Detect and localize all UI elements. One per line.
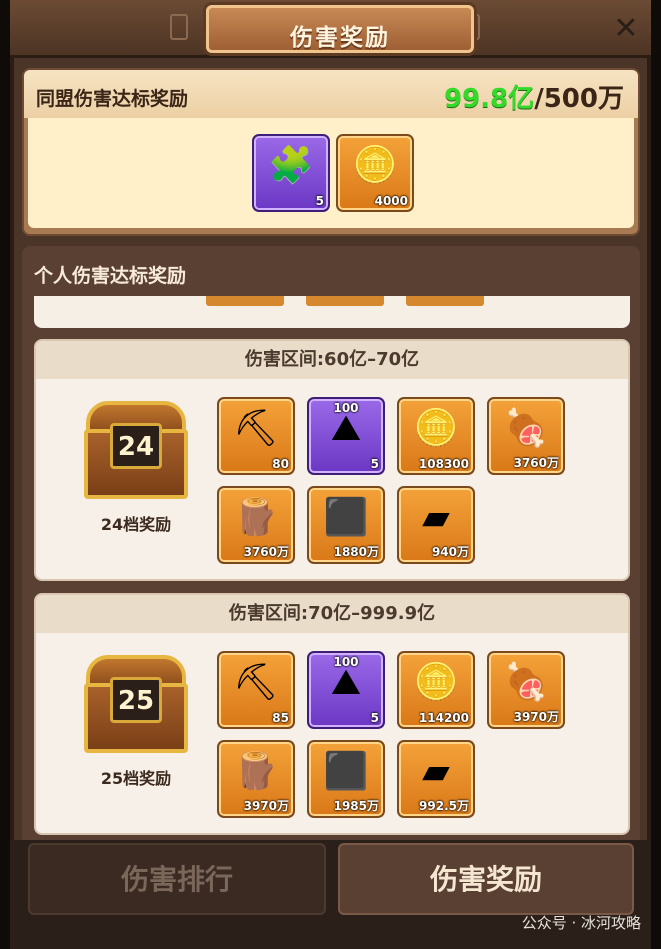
reward-item-gold-coin[interactable]: 🪙 114200 (397, 651, 475, 729)
reward-item-mountain-ore[interactable]: 100 ⛰ 5 (307, 397, 385, 475)
reward-item-hero-puzzle[interactable]: 🧩 5 (252, 134, 330, 212)
alliance-progress-target: /500万 (534, 84, 624, 114)
item-qty: 114200 (418, 711, 469, 725)
item-qty: 5 (315, 194, 324, 208)
tier-label: 24档奖励 (100, 515, 172, 534)
item-qty: 5 (370, 711, 379, 725)
reward-tier-24: 伤害区间:60亿–70亿 24 24档奖励 ⛏ 80 100 ⛰ 5 🪙 108… (34, 339, 630, 581)
alliance-reward-list: 🧩 5 🪙 4000 (28, 118, 634, 228)
reward-item-ore-pickaxe[interactable]: ⛏ 85 (217, 651, 295, 729)
title-plate: 伤害奖励 (206, 5, 474, 53)
peek-item (306, 296, 384, 306)
item-qty: 1985万 (333, 799, 379, 813)
tab-damage-reward[interactable]: 伤害奖励 (338, 843, 634, 915)
tier-label: 25档奖励 (100, 769, 172, 788)
reward-item-meat[interactable]: 🍖 3970万 (487, 651, 565, 729)
item-qty: 80 (272, 457, 289, 471)
item-qty: 85 (272, 711, 289, 725)
gold-coin-icon: 🪙 (352, 145, 398, 186)
title-ornament-left (170, 14, 188, 40)
personal-reward-section: 个人伤害达标奖励 伤害区间:60亿–70亿 24 24档奖励 ⛏ 80 100 … (22, 246, 640, 840)
reward-item-coal[interactable]: ⬛ 1880万 (307, 486, 385, 564)
item-qty: 3760万 (513, 456, 559, 470)
ore-pickaxe-icon: ⛏ (233, 662, 279, 703)
item-qty: 3970万 (243, 799, 289, 813)
treasure-chest-icon: 24 (80, 401, 192, 501)
item-qty: 992.5万 (419, 799, 469, 813)
personal-title: 个人伤害达标奖励 (34, 265, 187, 287)
coal-icon: ⬛ (323, 751, 369, 792)
item-qty: 1880万 (333, 545, 379, 559)
gold-coin-icon: 🪙 (413, 408, 459, 449)
reward-item-meat[interactable]: 🍖 3760万 (487, 397, 565, 475)
reward-item-gold-coin[interactable]: 🪙 108300 (397, 397, 475, 475)
item-qty: 5 (370, 457, 379, 471)
reward-item-gold-coin[interactable]: 🪙 4000 (336, 134, 414, 212)
reward-item-iron[interactable]: ▰ 992.5万 (397, 740, 475, 818)
alliance-header: 同盟伤害达标奖励 99.8亿/500万 (24, 70, 638, 118)
item-qty: 940万 (431, 545, 469, 559)
chest-number: 25 (117, 686, 155, 716)
reward-item-wood[interactable]: 🪵 3760万 (217, 486, 295, 564)
mountain-ore-icon: ⛰ (330, 408, 362, 449)
tier-range: 伤害区间:60亿–70亿 (36, 341, 628, 379)
alliance-progress-current: 99.8亿 (444, 84, 535, 114)
watermark: 公众号 · 冰河攻略 (521, 914, 641, 932)
peek-item (206, 296, 284, 306)
reward-item-ore-pickaxe[interactable]: ⛏ 80 (217, 397, 295, 475)
ore-pickaxe-icon: ⛏ (233, 408, 279, 449)
item-qty: 108300 (418, 457, 469, 471)
reward-item-coal[interactable]: ⬛ 1985万 (307, 740, 385, 818)
item-qty: 3970万 (513, 710, 559, 724)
chest-number: 24 (117, 432, 155, 462)
item-qty: 4000 (374, 194, 408, 208)
meat-icon: 🍖 (503, 408, 549, 449)
iron-ingot-icon: ▰ (422, 751, 450, 792)
previous-tier-peek[interactable] (34, 296, 630, 328)
alliance-progress: 99.8亿/500万 (444, 78, 624, 115)
alliance-reward-section: 同盟伤害达标奖励 99.8亿/500万 🧩 5 🪙 4000 (22, 68, 640, 236)
mountain-ore-icon: ⛰ (330, 662, 362, 703)
reward-tier-25: 伤害区间:70亿–999.9亿 25 25档奖励 ⛏ 85 100 ⛰ 5 🪙 … (34, 593, 630, 835)
page-title: 伤害奖励 (290, 25, 390, 51)
tab-damage-ranking[interactable]: 伤害排行 (28, 843, 326, 915)
meat-icon: 🍖 (503, 662, 549, 703)
tier-range: 伤害区间:70亿–999.9亿 (36, 595, 628, 633)
iron-ingot-icon: ▰ (422, 497, 450, 538)
coal-icon: ⬛ (323, 497, 369, 538)
item-qty: 3760万 (243, 545, 289, 559)
treasure-chest-icon: 25 (80, 655, 192, 755)
reward-item-wood[interactable]: 🪵 3970万 (217, 740, 295, 818)
hero-puzzle-icon: 🧩 (268, 145, 314, 186)
gold-coin-icon: 🪙 (413, 662, 459, 703)
peek-item (406, 296, 484, 306)
title-bar: 伤害奖励 ✕ (10, 0, 651, 58)
wood-logs-icon: 🪵 (233, 751, 279, 792)
close-icon: ✕ (613, 11, 639, 46)
alliance-title: 同盟伤害达标奖励 (36, 88, 189, 110)
close-button[interactable]: ✕ (610, 14, 642, 44)
reward-item-mountain-ore[interactable]: 100 ⛰ 5 (307, 651, 385, 729)
wood-logs-icon: 🪵 (233, 497, 279, 538)
reward-item-iron[interactable]: ▰ 940万 (397, 486, 475, 564)
